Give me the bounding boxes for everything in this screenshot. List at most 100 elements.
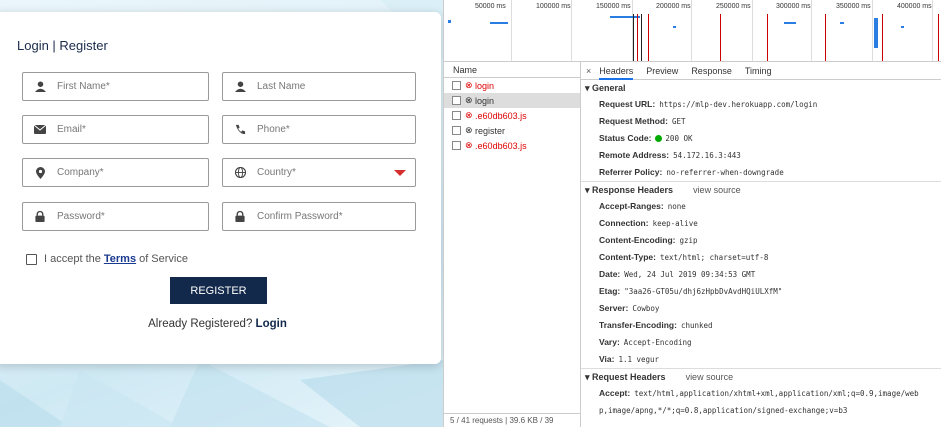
header-row: Accept-Ranges: none [599,201,686,211]
accept-header-continued: p,image/apng,*/*;q=0.8,application/signe… [599,406,848,415]
general-section: ▾ General Request URL: https://mlp-dev.he… [581,80,941,182]
header-row: Vary: Accept-Encoding [599,337,692,347]
globe-icon [223,167,257,178]
register-card: Login | Register First Name* Last Name E… [0,12,441,364]
login-link[interactable]: Login [256,318,287,330]
terms-prefix: I accept the [44,253,101,265]
row-checkbox [452,81,461,90]
document-icon: ⊗ [465,125,476,135]
last-name-input[interactable]: Last Name [222,72,416,101]
status-code-row: Status Code: 200 OK [599,133,693,143]
header-row: Etag: "3aa26-GT05u/dhj6zHpbDvAvdHQiULXfM" [599,286,783,296]
view-source-link[interactable]: view source [693,185,741,195]
terms-row: I accept the Terms of Service [26,253,188,265]
lock-icon [223,211,257,222]
request-row[interactable]: ⊗ .e60db603.js [444,138,580,153]
devtools-panel: 50000 ms 100000 ms 150000 ms 200000 ms 2… [443,0,941,427]
phone-input[interactable]: Phone* [222,115,416,144]
remote-address-row: Remote Address: 54.172.16.3:443 [599,150,741,160]
request-detail-pane: × Headers Preview Response Timing ▾ Gene… [581,62,941,427]
timeline-tick: 350000 ms [836,3,871,10]
request-name: .e60db603.js [475,110,527,121]
request-name: .e60db603.js [475,140,527,151]
request-headers-title[interactable]: ▾ Request Headers view source [581,369,941,385]
map-marker-icon [23,166,57,179]
form-title: Login | Register [17,38,108,53]
name-column-header[interactable]: Name [444,62,580,78]
lock-icon [23,211,57,222]
row-checkbox [452,126,461,135]
phone-icon [223,124,257,135]
already-registered: Already Registered? Login [0,318,441,330]
header-row: Via: 1.1 vegur [599,354,660,364]
timeline-tick: 50000 ms [475,3,506,10]
timeline-tick: 100000 ms [536,3,571,10]
header-row: Connection: keep-alive [599,218,698,228]
terms-checkbox[interactable] [26,253,37,265]
general-title[interactable]: ▾ General [581,80,941,96]
accept-header-row: Accept: text/html,application/xhtml+xml,a… [599,388,919,398]
user-icon [23,81,57,92]
user-icon [223,81,257,92]
email-placeholder: Email* [57,124,86,135]
register-button[interactable]: REGISTER [170,277,267,304]
tab-timing[interactable]: Timing [745,66,772,76]
request-name: login [475,80,495,91]
error-icon: ⊗ [465,110,476,120]
caret-down-icon[interactable] [394,170,406,176]
request-headers-section: ▾ Request Headers view source Accept: text… [581,369,941,419]
status-ok-dot-icon [655,135,663,143]
network-timeline[interactable]: 50000 ms 100000 ms 150000 ms 200000 ms 2… [444,0,941,62]
registration-page: Login | Register First Name* Last Name E… [0,0,443,427]
country-select[interactable]: Country* [222,158,416,187]
request-row[interactable]: ⊗ .e60db603.js [444,108,580,123]
terms-link[interactable]: Terms [104,253,136,265]
first-name-placeholder: First Name* [57,81,110,92]
tab-headers[interactable]: Headers [599,66,634,80]
row-checkbox [452,96,461,105]
timeline-tick: 300000 ms [776,3,811,10]
tab-response[interactable]: Response [691,66,732,76]
already-text: Already Registered? [148,318,253,330]
timeline-tick: 400000 ms [897,3,932,10]
company-input[interactable]: Company* [22,158,209,187]
request-row[interactable]: ⊗ register [444,123,580,138]
header-row: Server: Cowboy [599,303,660,313]
header-row: Date: Wed, 24 Jul 2019 09:34:53 GMT [599,269,756,279]
request-url-row: Request URL: https://mlp-dev.herokuapp.co… [599,99,818,109]
row-checkbox [452,111,461,120]
header-row: Transfer-Encoding: chunked [599,320,713,330]
country-placeholder: Country* [257,167,296,178]
email-input[interactable]: Email* [22,115,209,144]
header-row: Content-Encoding: gzip [599,235,698,245]
envelope-icon [23,125,57,134]
terms-suffix: of Service [139,253,188,265]
document-icon: ⊗ [465,95,476,105]
first-name-input[interactable]: First Name* [22,72,209,101]
request-name: login [475,95,495,106]
confirm-password-placeholder: Confirm Password* [257,211,343,222]
timeline-tick: 250000 ms [716,3,751,10]
tab-preview[interactable]: Preview [646,66,678,76]
response-headers-title[interactable]: ▾ Response Headers view source [581,182,941,198]
timeline-tick: 200000 ms [656,3,691,10]
last-name-placeholder: Last Name [257,81,306,92]
password-input[interactable]: Password* [22,202,209,231]
request-list: Name ⊗ login ⊗ login ⊗ .e60db603.js ⊗ re… [444,62,581,427]
view-source-link[interactable]: view source [686,372,734,382]
request-name: register [475,125,506,136]
timeline-tick: 150000 ms [596,3,631,10]
request-row[interactable]: ⊗ login [444,93,580,108]
confirm-password-input[interactable]: Confirm Password* [222,202,416,231]
header-row: Content-Type: text/html; charset=utf-8 [599,252,769,262]
error-icon: ⊗ [465,140,476,150]
password-placeholder: Password* [57,211,105,222]
close-icon[interactable]: × [586,66,591,76]
company-placeholder: Company* [57,167,104,178]
network-status-bar: 5 / 41 requests | 39.6 KB / 39 [444,413,581,427]
referrer-policy-row: Referrer Policy: no-referrer-when-downgra… [599,167,784,177]
detail-tabs: × Headers Preview Response Timing [581,62,941,80]
phone-placeholder: Phone* [257,124,290,135]
request-row[interactable]: ⊗ login [444,78,580,93]
row-checkbox [452,141,461,150]
